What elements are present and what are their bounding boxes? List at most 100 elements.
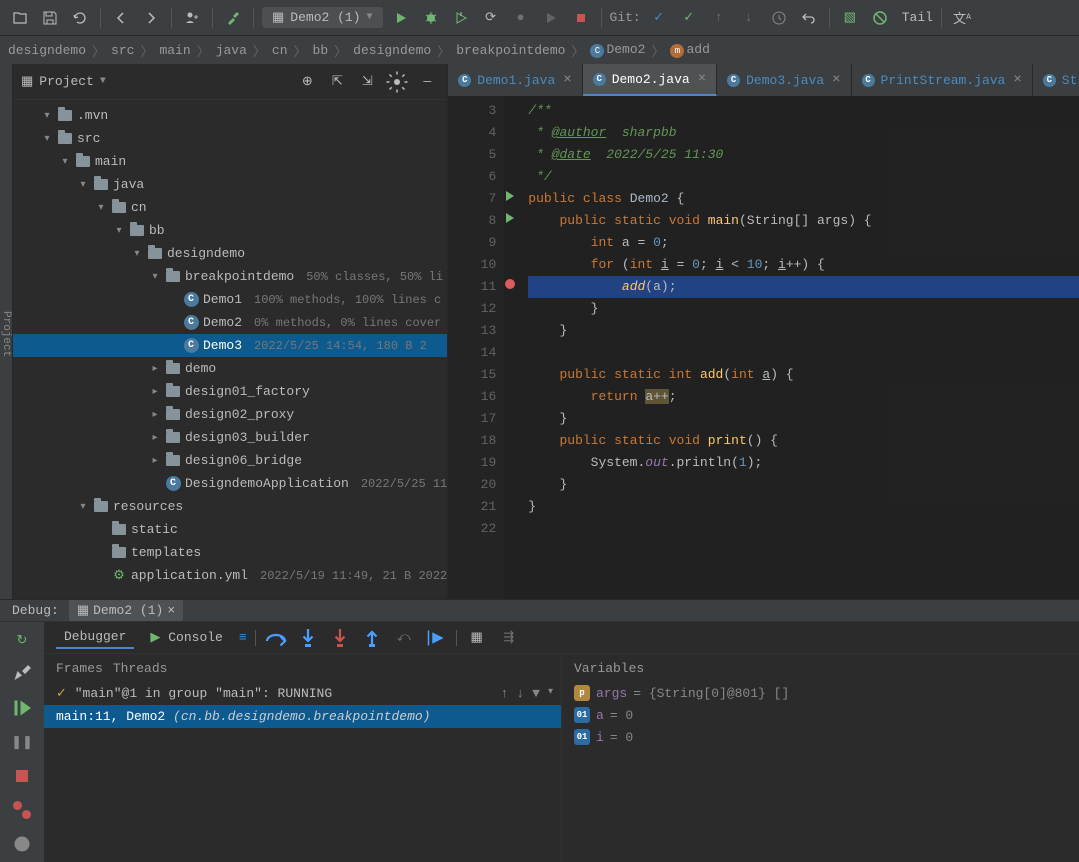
hammer-icon[interactable]	[221, 6, 245, 30]
stack-frame[interactable]: main:11, Demo2 (cn.bb.designdemo.breakpo…	[44, 705, 561, 728]
resume-icon[interactable]	[10, 696, 34, 720]
chevron-down-icon[interactable]: ▼	[100, 76, 106, 87]
git-push-icon[interactable]: ↑	[707, 6, 731, 30]
editor-tab[interactable]: CDemo1.java×	[448, 64, 582, 96]
run-config-selector[interactable]: ▦ Demo2 (1) ▼	[262, 7, 383, 28]
tree-item[interactable]: ▾resources	[13, 495, 447, 518]
step-out-icon[interactable]	[360, 626, 384, 650]
back-icon[interactable]	[109, 6, 133, 30]
evaluate-icon[interactable]: ▦	[465, 626, 489, 650]
debug-session-tab[interactable]: ▦Demo2 (1)×	[69, 600, 183, 621]
editor-tab[interactable]: CDemo3.java×	[717, 64, 851, 96]
tail-label[interactable]: Tail	[902, 10, 933, 25]
tree-item[interactable]: ▾cn	[13, 196, 447, 219]
breadcrumb-item[interactable]: madd	[670, 42, 709, 58]
tree-item[interactable]: ▾java	[13, 173, 447, 196]
close-icon[interactable]: ×	[167, 603, 175, 618]
expand-all-icon[interactable]: ⇱	[325, 70, 349, 94]
variable-row[interactable]: pargs = {String[0]@801} []	[562, 682, 1079, 704]
open-file-icon[interactable]	[8, 6, 32, 30]
tree-item[interactable]: ▾designdemo	[13, 242, 447, 265]
run-icon[interactable]	[389, 6, 413, 30]
editor-tab[interactable]: CPrintStream.java×	[852, 64, 1033, 96]
tree-item[interactable]: ▸demo	[13, 357, 447, 380]
locate-icon[interactable]: ⊕	[295, 70, 319, 94]
coverage-icon[interactable]	[449, 6, 473, 30]
refresh-icon[interactable]	[68, 6, 92, 30]
close-icon[interactable]: ×	[698, 71, 706, 87]
force-step-into-icon[interactable]	[328, 626, 352, 650]
run-last-icon[interactable]	[539, 6, 563, 30]
step-over-icon[interactable]	[264, 626, 288, 650]
breadcrumb-item[interactable]: CDemo2	[590, 42, 645, 58]
debug-icon[interactable]	[419, 6, 443, 30]
prev-frame-icon[interactable]: ↑	[501, 686, 509, 701]
more-icon[interactable]: ▾	[548, 686, 553, 701]
editor-tab[interactable]: CStrin	[1033, 64, 1079, 96]
debugger-tab[interactable]: Debugger	[56, 626, 134, 649]
threads-subtab[interactable]: Threads	[113, 661, 168, 676]
profile-icon[interactable]: ⟳	[479, 6, 503, 30]
collapse-all-icon[interactable]: ⇲	[355, 70, 379, 94]
breadcrumb-item[interactable]: designdemo	[353, 43, 431, 58]
modify-run-icon[interactable]	[10, 662, 34, 686]
tree-item[interactable]: templates	[13, 541, 447, 564]
tree-item[interactable]: ▸design06_bridge	[13, 449, 447, 472]
git-fetch-icon[interactable]: ↓	[737, 6, 761, 30]
variable-row[interactable]: 01a = 0	[562, 704, 1079, 726]
breadcrumb-item[interactable]: java	[216, 43, 247, 58]
tree-item[interactable]: ⚙application.yml2022/5/19 11:49, 21 B 20…	[13, 564, 447, 587]
stop-debug-icon[interactable]	[10, 764, 34, 788]
close-icon[interactable]: ×	[1013, 72, 1021, 88]
tree-item[interactable]: ▸design02_proxy	[13, 403, 447, 426]
translate-icon[interactable]: 文A	[950, 6, 974, 30]
editor-tab[interactable]: CDemo2.java×	[583, 64, 717, 96]
forward-icon[interactable]	[139, 6, 163, 30]
users-icon[interactable]	[180, 6, 204, 30]
tree-item[interactable]: ▾breakpointdemo50% classes, 50% li	[13, 265, 447, 288]
code-body[interactable]: /** * @author sharpbb * @date 2022/5/25 …	[520, 96, 1079, 599]
tree-item[interactable]: ▸design03_builder	[13, 426, 447, 449]
close-icon[interactable]: ×	[563, 72, 571, 88]
save-icon[interactable]	[38, 6, 62, 30]
git-history-icon[interactable]	[767, 6, 791, 30]
tree-item[interactable]: ▾src	[13, 127, 447, 150]
tree-item[interactable]: CDemo32022/5/25 14:54, 180 B 2	[13, 334, 447, 357]
console-tab[interactable]: ▶ Console	[142, 627, 230, 648]
tree-item[interactable]: static	[13, 518, 447, 541]
mute-breakpoints-icon[interactable]	[10, 832, 34, 856]
tree-item[interactable]: CDemo1100% methods, 100% lines c	[13, 288, 447, 311]
breadcrumb-item[interactable]: main	[159, 43, 190, 58]
code-editor[interactable]: 345678910111213141516171819202122 /** * …	[448, 96, 1079, 599]
threads-icon[interactable]: ≡	[239, 630, 247, 645]
git-commit-icon[interactable]: ✓	[677, 6, 701, 30]
stop-icon[interactable]	[569, 6, 593, 30]
next-frame-icon[interactable]: ↓	[516, 686, 524, 701]
breadcrumb-item[interactable]: bb	[313, 43, 329, 58]
git-pull-icon[interactable]: ✓	[647, 6, 671, 30]
variable-row[interactable]: 01i = 0	[562, 726, 1079, 748]
gutter-icons[interactable]	[504, 96, 520, 599]
memory-icon[interactable]: ▧	[838, 6, 862, 30]
tree-item[interactable]: ▸design01_factory	[13, 380, 447, 403]
view-breakpoints-icon[interactable]	[10, 798, 34, 822]
hide-icon[interactable]: —	[415, 70, 439, 94]
tree-item[interactable]: ▾.mvn	[13, 104, 447, 127]
drop-frame-icon[interactable]: ⤺	[392, 626, 416, 650]
frames-subtab[interactable]: Frames	[56, 661, 103, 676]
trace-icon[interactable]: ⇶	[497, 626, 521, 650]
project-tool-tab[interactable]: Project	[0, 64, 13, 599]
step-into-icon[interactable]	[296, 626, 320, 650]
breadcrumb-item[interactable]: designdemo	[8, 43, 86, 58]
settings-icon[interactable]	[385, 70, 409, 94]
pause-icon[interactable]: ❚❚	[10, 730, 34, 754]
breadcrumb-item[interactable]: src	[111, 43, 134, 58]
run-to-cursor-icon[interactable]	[424, 626, 448, 650]
tree-item[interactable]: CDesigndemoApplication2022/5/25 11	[13, 472, 447, 495]
breadcrumb-item[interactable]: cn	[272, 43, 288, 58]
tree-item[interactable]: ▾bb	[13, 219, 447, 242]
tree-item[interactable]: ▾main	[13, 150, 447, 173]
undo-icon[interactable]	[797, 6, 821, 30]
inspections-icon[interactable]	[868, 6, 892, 30]
attach-icon[interactable]: ●	[509, 6, 533, 30]
